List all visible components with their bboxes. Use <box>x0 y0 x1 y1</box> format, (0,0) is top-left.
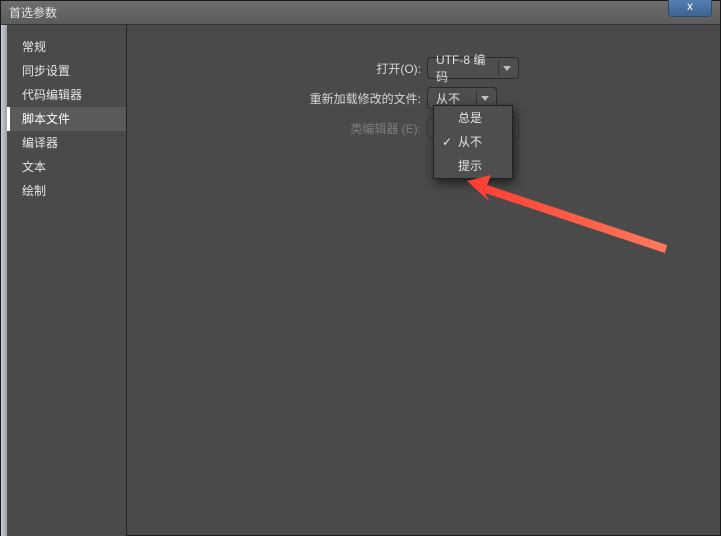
option-label: 总是 <box>458 111 482 125</box>
option-label: 提示 <box>458 159 482 173</box>
row-reload: 重新加载修改的文件: 从不 <box>127 83 720 113</box>
sidebar-item-label: 编译器 <box>22 136 58 150</box>
sidebar-item-compiler[interactable]: 编译器 <box>7 131 126 155</box>
preferences-content: 打开(O): UTF-8 编码 重新加载修改的文件: 从不 类编辑器 (E): <box>127 25 720 536</box>
sidebar-item-label: 同步设置 <box>22 64 70 78</box>
preferences-window: 首选参数 x 常规 同步设置 代码编辑器 脚本文件 编译 <box>0 0 721 536</box>
sidebar-item-draw[interactable]: 绘制 <box>7 179 126 203</box>
window-title: 首选参数 <box>9 6 57 20</box>
class-editor-label: 类编辑器 (E): <box>127 120 427 137</box>
dropdown-arrow-icon <box>498 60 514 76</box>
sidebar-item-sync-settings[interactable]: 同步设置 <box>7 59 126 83</box>
preferences-sidebar: 常规 同步设置 代码编辑器 脚本文件 编译器 文本 绘制 <box>7 25 127 536</box>
sidebar-item-label: 文本 <box>22 160 46 174</box>
option-label: 从不 <box>458 135 482 149</box>
dropdown-arrow-icon <box>476 90 492 106</box>
check-icon: ✓ <box>440 130 454 154</box>
title-bar: 首选参数 x <box>1 1 720 25</box>
open-select[interactable]: UTF-8 编码 <box>427 57 519 79</box>
annotation-arrow-icon <box>467 175 687 265</box>
reload-option-prompt[interactable]: 提示 <box>434 154 512 178</box>
reload-select-value: 从不 <box>436 90 470 107</box>
sidebar-item-text[interactable]: 文本 <box>7 155 126 179</box>
sidebar-item-label: 绘制 <box>22 184 46 198</box>
reload-dropdown: 总是 ✓ 从不 提示 <box>433 105 513 179</box>
open-label: 打开(O): <box>127 60 427 77</box>
sidebar-item-general[interactable]: 常规 <box>7 35 126 59</box>
reload-option-always[interactable]: 总是 <box>434 106 512 130</box>
reload-label: 重新加载修改的文件: <box>127 90 427 107</box>
sidebar-item-label: 代码编辑器 <box>22 88 82 102</box>
reload-option-never[interactable]: ✓ 从不 <box>434 130 512 154</box>
close-icon: x <box>687 0 693 13</box>
open-select-value: UTF-8 编码 <box>436 51 492 85</box>
sidebar-item-label: 脚本文件 <box>22 112 70 126</box>
sidebar-item-code-editor[interactable]: 代码编辑器 <box>7 83 126 107</box>
row-class-editor: 类编辑器 (E): <box>127 113 720 143</box>
sidebar-item-label: 常规 <box>22 40 46 54</box>
row-open: 打开(O): UTF-8 编码 <box>127 53 720 83</box>
sidebar-item-script-file[interactable]: 脚本文件 <box>7 107 126 131</box>
close-button[interactable]: x <box>668 0 712 17</box>
